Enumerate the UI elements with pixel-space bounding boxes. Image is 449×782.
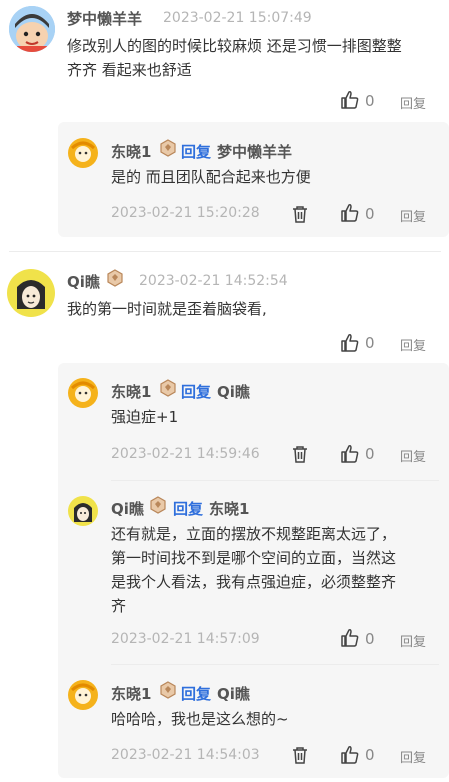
avatar[interactable] (68, 496, 98, 526)
divider (111, 664, 439, 665)
reply-username[interactable]: 东晓1 (111, 141, 151, 162)
avatar[interactable] (68, 680, 98, 710)
reply-timestamp: 2023-02-21 14:57:09 (111, 631, 260, 647)
reply-keyword: 回复 (181, 685, 212, 703)
reply-keyword: 回复 (181, 143, 212, 161)
thumbs-up-icon[interactable] (340, 333, 360, 353)
reply-button[interactable]: 回复 (400, 446, 426, 465)
reply-username[interactable]: 东晓1 (111, 683, 151, 704)
comment-text: 修改别人的图的时候比较麻烦 还是习惯一排图整整 齐齐 看起来也舒适 (67, 37, 402, 79)
thumbs-up-icon[interactable] (340, 444, 360, 464)
level-badge-icon (106, 269, 124, 287)
level-badge-icon (149, 496, 167, 514)
reply-username[interactable]: Qi瞧 (111, 498, 144, 519)
reply-timestamp: 2023-02-21 14:59:46 (111, 446, 260, 462)
comment-text: 我的第一时间就是歪着脑袋看, (67, 300, 267, 318)
like-count: 0 (365, 630, 375, 648)
reply-button[interactable]: 回复 (400, 631, 426, 650)
thumbs-up-icon[interactable] (340, 745, 360, 765)
trash-icon[interactable] (290, 745, 310, 765)
reply-text: 还有就是，立面的摆放不规整距离太远了， 第一时间找不到是哪个空间的立面，当然这 … (111, 525, 397, 615)
reply-button[interactable]: 回复 (400, 335, 426, 354)
reply-timestamp: 2023-02-21 15:20:28 (111, 205, 260, 221)
comment-username[interactable]: 梦中懒羊羊 (67, 8, 142, 29)
trash-icon[interactable] (290, 444, 310, 464)
like-count: 0 (365, 92, 375, 110)
comment-username[interactable]: Qi瞧 (67, 271, 100, 292)
divider (9, 251, 441, 252)
divider (111, 480, 439, 481)
reply-text: 强迫症+1 (111, 408, 179, 426)
thumbs-up-icon[interactable] (340, 628, 360, 648)
reply-text: 是的 而且团队配合起来也方便 (111, 168, 311, 186)
like-count: 0 (365, 334, 375, 352)
comment-timestamp: 2023-02-21 15:07:49 (163, 10, 312, 26)
thumbs-up-icon[interactable] (340, 203, 360, 223)
reply-target-user[interactable]: Qi瞧 (217, 683, 250, 704)
like-count: 0 (365, 445, 375, 463)
reply-target-user[interactable]: Qi瞧 (217, 381, 250, 402)
reply-button[interactable]: 回复 (400, 93, 426, 112)
trash-icon[interactable] (290, 204, 310, 224)
avatar[interactable] (68, 138, 98, 168)
reply-button[interactable]: 回复 (400, 206, 426, 225)
reply-keyword: 回复 (181, 383, 212, 401)
reply-target-user[interactable]: 梦中懒羊羊 (217, 141, 292, 162)
comment-timestamp: 2023-02-21 14:52:54 (139, 273, 288, 289)
like-count: 0 (365, 205, 375, 223)
thumbs-up-icon[interactable] (340, 90, 360, 110)
reply-target-user[interactable]: 东晓1 (209, 498, 249, 519)
level-badge-icon (159, 379, 177, 397)
reply-keyword: 回复 (173, 500, 204, 518)
reply-text: 哈哈哈，我也是这么想的~ (111, 710, 289, 728)
avatar[interactable] (7, 269, 55, 317)
reply-button[interactable]: 回复 (400, 747, 426, 766)
level-badge-icon (159, 681, 177, 699)
like-count: 0 (365, 746, 375, 764)
reply-timestamp: 2023-02-21 14:54:03 (111, 747, 260, 763)
avatar[interactable] (68, 378, 98, 408)
level-badge-icon (159, 139, 177, 157)
avatar[interactable] (9, 6, 55, 52)
reply-username[interactable]: 东晓1 (111, 381, 151, 402)
